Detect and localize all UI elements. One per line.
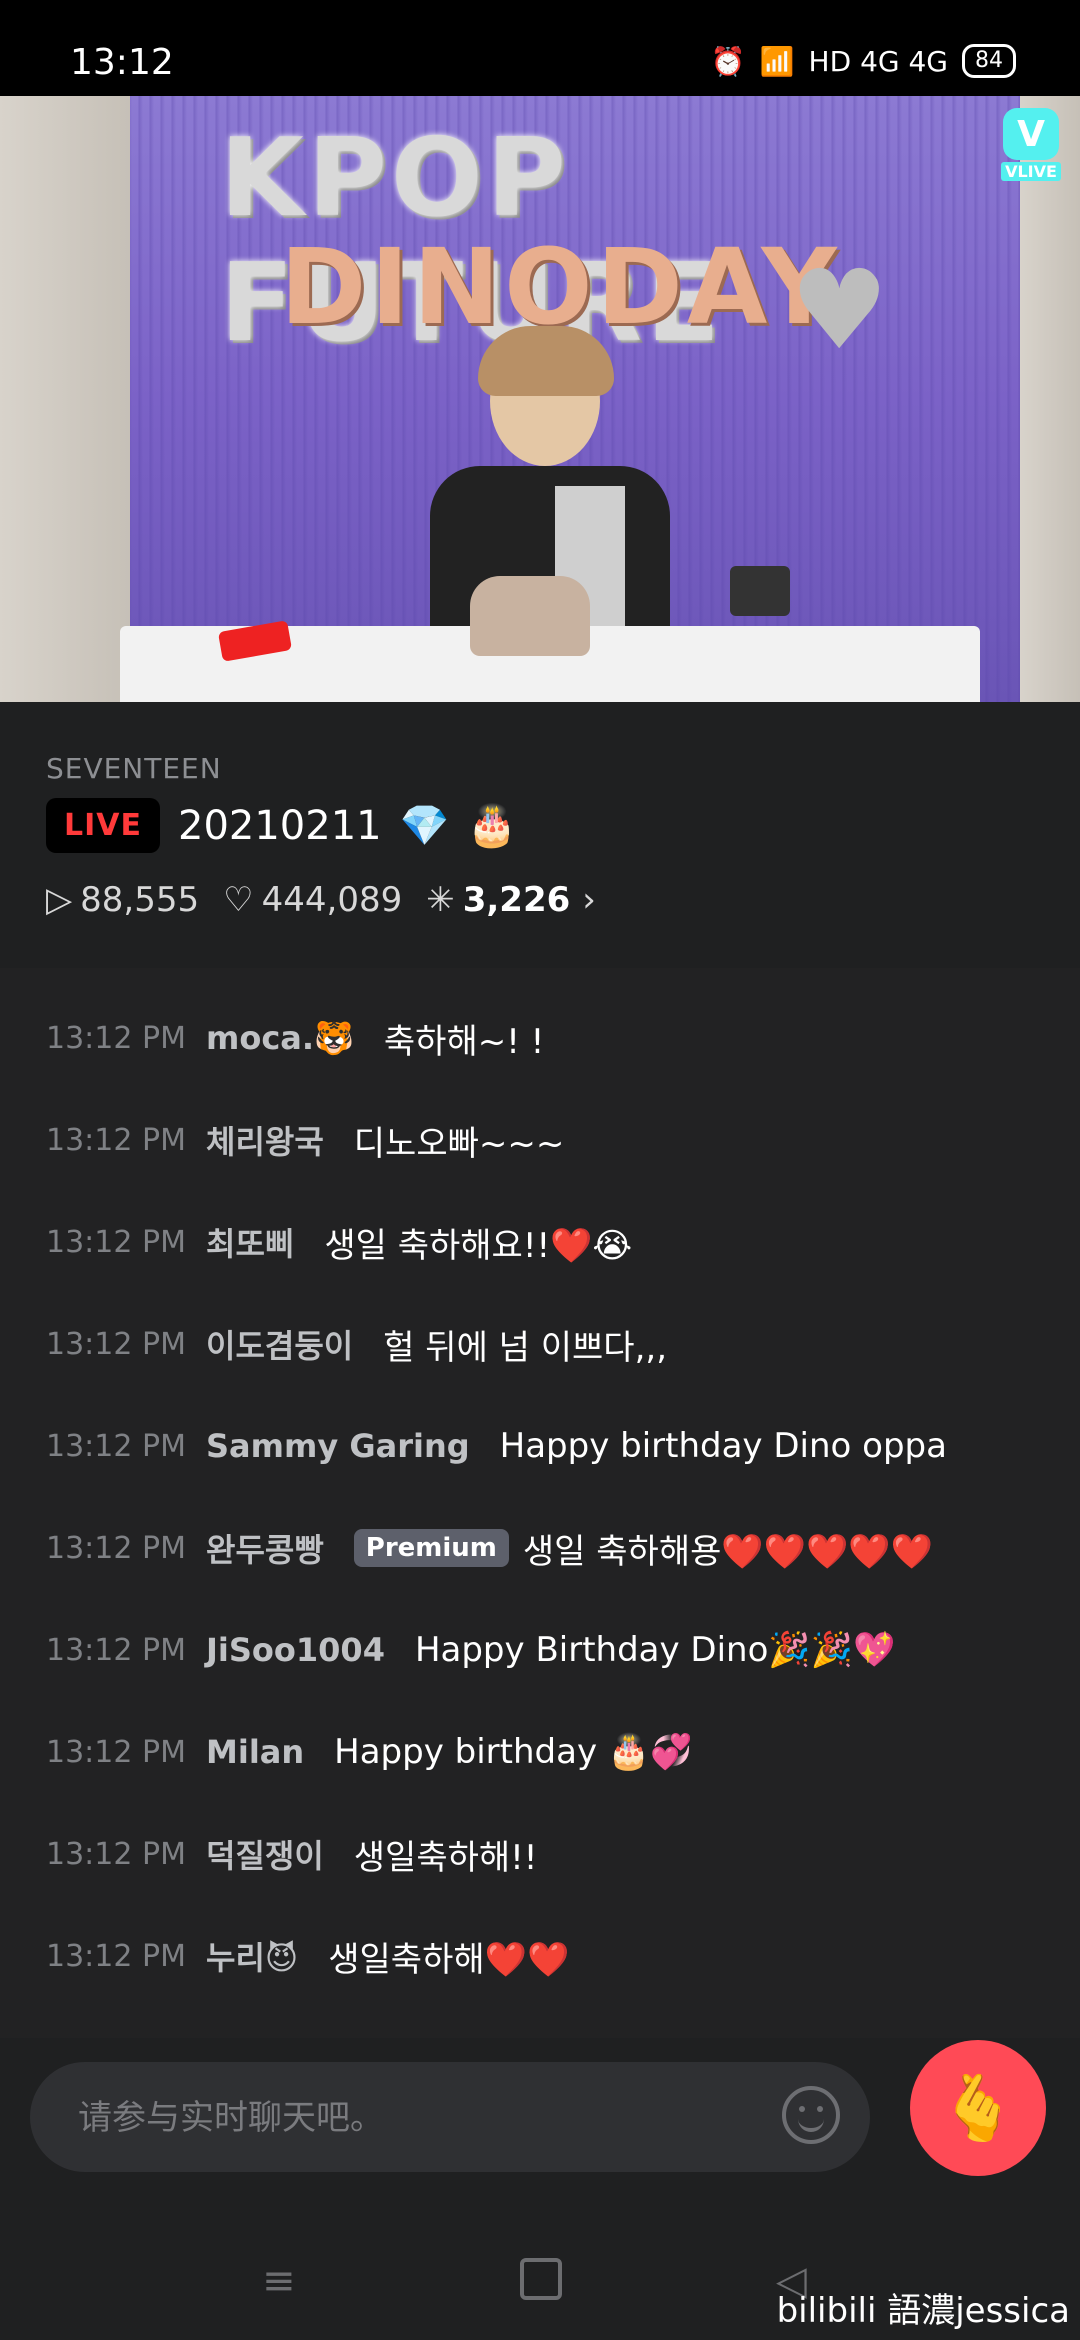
finger-heart-button[interactable]: 🫰 <box>910 2040 1046 2176</box>
tripod-camera <box>720 566 810 686</box>
chat-timestamp: 13:12 PM <box>46 1122 186 1158</box>
chat-username[interactable]: 완두콩빵 <box>206 1525 324 1571</box>
chat-message: 13:12 PM 덕질쟁이 생일축하해!! <box>46 1824 537 1884</box>
chat-timestamp: 13:12 PM <box>46 1632 186 1668</box>
chat-text: 헐 뒤에 넘 이쁘다,,, <box>383 1327 668 1368</box>
watermark: bilibili 語濃jessica <box>776 2291 1070 2331</box>
chat-username[interactable]: Sammy Garing <box>206 1427 470 1465</box>
video-wall-left <box>0 96 130 702</box>
stream-info: SEVENTEEN LIVE 20210211 💎 🎂 ▷ 88,555 ♡ 4… <box>0 702 1080 968</box>
chat-text: 생일 축하해요!!❤️😭 <box>324 1225 633 1266</box>
chat-username[interactable]: Milan <box>206 1733 304 1771</box>
diamond-icon: 💎 <box>399 803 450 849</box>
cake-icon: 🎂 <box>467 803 518 849</box>
premium-badge: Premium <box>353 1529 509 1567</box>
chat-username[interactable]: 체리왕국 <box>206 1117 324 1163</box>
chat-username[interactable]: JiSoo1004 <box>206 1631 385 1669</box>
chat-spark-icon: ✳ <box>426 880 455 920</box>
camera <box>730 566 790 616</box>
chat-input[interactable] <box>76 2062 760 2174</box>
play-icon: ▷ <box>46 880 73 920</box>
chat-text: 생일축하해❤️❤️ <box>328 1939 570 1980</box>
chat-message: 13:12 PM JiSoo1004 Happy Birthday Dino🎉🎉… <box>46 1620 895 1680</box>
network-label: HD 4G 4G <box>808 44 948 78</box>
finger-heart-icon: 🫰 <box>938 2071 1018 2146</box>
system-nav-bar: ≡ ◁ bilibili 語濃jessica <box>0 2210 1080 2340</box>
chat-timestamp: 13:12 PM <box>46 1836 186 1872</box>
vlive-logo: V VLIVE <box>1000 108 1062 188</box>
stream-title: 20210211 <box>178 802 382 849</box>
chat-timestamp: 13:12 PM <box>46 1734 186 1770</box>
chat-count[interactable]: 3,226 <box>463 880 571 920</box>
chat-text: Happy Birthday Dino🎉🎉💖 <box>414 1630 896 1670</box>
chat-input-bar <box>30 2062 870 2174</box>
chat-username[interactable]: moca.🐯 <box>206 1019 354 1057</box>
chat-text: 축하해~! ! <box>383 1021 545 1062</box>
alarm-icon: ⏰ <box>710 44 746 78</box>
menu-icon[interactable]: ≡ <box>262 2258 296 2304</box>
chat-text: Happy birthday 🎂💞 <box>334 1732 693 1772</box>
streamer-hair <box>478 326 614 396</box>
home-icon[interactable] <box>520 2258 562 2300</box>
chat-text: 생일 축하해용❤️❤️❤️❤️❤️ <box>522 1531 934 1572</box>
chevron-right-icon[interactable]: › <box>582 880 596 920</box>
live-badge: LIVE <box>46 798 160 853</box>
chat-username[interactable]: 누리😈 <box>206 1933 298 1979</box>
chat-message: 13:12 PM 체리왕국 디노오빠~~~ <box>46 1110 564 1170</box>
chat-text: 생일축하해!! <box>353 1837 538 1878</box>
chat-username[interactable]: 최또삐 <box>206 1219 294 1265</box>
chat-timestamp: 13:12 PM <box>46 1530 186 1566</box>
battery-level: 84 <box>975 48 1003 73</box>
heart-icon: ♡ <box>223 880 254 920</box>
heart-balloon-icon: ♥ <box>790 246 889 374</box>
chat-message: 13:12 PM Sammy Garing Happy birthday Din… <box>46 1416 947 1476</box>
vlive-v-icon: V <box>1003 108 1059 160</box>
chat-message: 13:12 PM 이도겸둥이 헐 뒤에 넘 이쁘다,,, <box>46 1314 667 1374</box>
chat-message: 13:12 PM 최또삐 생일 축하해요!!❤️😭 <box>46 1212 632 1272</box>
chat-text: 디노오빠~~~ <box>353 1123 565 1164</box>
chat-message: 13:12 PM moca.🐯 축하해~! ! <box>46 1008 544 1068</box>
title-row: LIVE 20210211 💎 🎂 <box>46 798 517 853</box>
wifi-icon: 📶 <box>759 44 795 78</box>
status-time: 13:12 <box>70 42 174 83</box>
chat-timestamp: 13:12 PM <box>46 1224 186 1260</box>
status-bar: 13:12 ⏰ 📶 HD 4G 4G 84 <box>0 0 1080 96</box>
chat-username[interactable]: 덕질쟁이 <box>206 1831 324 1877</box>
chat-timestamp: 13:12 PM <box>46 1938 186 1974</box>
emoji-icon[interactable] <box>782 2086 840 2144</box>
chat-timestamp: 13:12 PM <box>46 1020 186 1056</box>
chat-timestamp: 13:12 PM <box>46 1428 186 1464</box>
status-icons: ⏰ 📶 HD 4G 4G 84 <box>711 44 1016 78</box>
chat-message: 13:12 PM 완두콩빵 Premium 생일 축하해용❤️❤️❤️❤️❤️ <box>46 1518 933 1578</box>
chat-timestamp: 13:12 PM <box>46 1326 186 1362</box>
chat-text: Happy birthday Dino oppa <box>499 1426 947 1466</box>
birthday-cake <box>470 576 590 656</box>
like-count: 444,089 <box>261 880 403 920</box>
chat-list[interactable]: 13:12 PM moca.🐯 축하해~! ! 13:12 PM 체리왕국 디노… <box>0 968 1080 2038</box>
live-video[interactable]: KPOP FUTURE DINODAY ♥ V VLIVE <box>0 96 1080 702</box>
view-count: 88,555 <box>80 880 200 920</box>
chat-username[interactable]: 이도겸둥이 <box>206 1321 353 1367</box>
channel-name[interactable]: SEVENTEEN <box>46 752 222 785</box>
battery-icon: 84 <box>962 44 1016 78</box>
chat-message: 13:12 PM 누리😈 생일축하해❤️❤️ <box>46 1926 569 1986</box>
vlive-logo-text: VLIVE <box>1001 162 1061 181</box>
chat-message: 13:12 PM Milan Happy birthday 🎂💞 <box>46 1722 693 1782</box>
stream-stats: ▷ 88,555 ♡ 444,089 ✳ 3,226 › <box>46 880 604 920</box>
